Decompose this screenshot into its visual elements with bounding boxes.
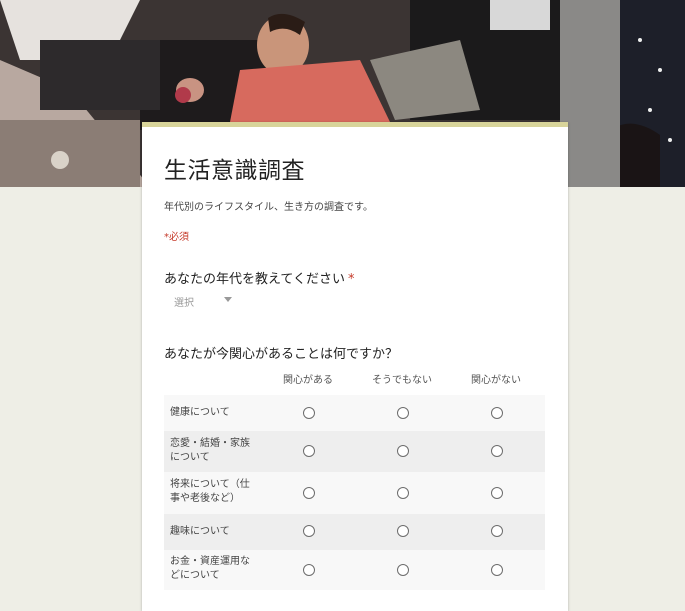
form-description: 年代別のライフスタイル、生き方の調査です。 bbox=[164, 202, 373, 213]
radio-health-interested[interactable] bbox=[303, 407, 315, 419]
row-label: 恋愛・結婚・家族について bbox=[170, 438, 250, 463]
radio-future-neutral[interactable] bbox=[397, 487, 409, 499]
radio-money-neutral[interactable] bbox=[397, 564, 409, 576]
column-header-neutral: そうでもない bbox=[372, 375, 432, 386]
column-header-interested: 関心がある bbox=[283, 375, 333, 386]
row-label: お金・資産運用などについて bbox=[170, 556, 250, 581]
radio-hobby-neutral[interactable] bbox=[397, 525, 409, 537]
age-select[interactable]: 選択 bbox=[164, 291, 244, 313]
radio-health-neutral[interactable] bbox=[397, 407, 409, 419]
row-label: 健康について bbox=[170, 407, 230, 418]
row-label: 趣味について bbox=[170, 526, 230, 537]
required-asterisk: * bbox=[347, 272, 355, 287]
form-title: 生活意識調査 bbox=[164, 158, 305, 184]
question-interest-title: あなたが今関心があることは何ですか？ bbox=[164, 347, 399, 362]
grid-row-future: 将来について（仕事や老後など） bbox=[164, 472, 545, 514]
radio-love-neutral[interactable] bbox=[397, 445, 409, 457]
radio-money-not-interested[interactable] bbox=[491, 564, 503, 576]
radio-health-not-interested[interactable] bbox=[491, 407, 503, 419]
dropdown-arrow-icon bbox=[224, 297, 232, 302]
radio-love-interested[interactable] bbox=[303, 445, 315, 457]
column-header-not-interested: 関心がない bbox=[471, 375, 521, 386]
row-label: 将来について（仕事や老後など） bbox=[170, 479, 250, 504]
radio-money-interested[interactable] bbox=[303, 564, 315, 576]
grid-row-love-family: 恋愛・結婚・家族について bbox=[164, 431, 545, 472]
age-select-placeholder: 選択 bbox=[174, 298, 194, 309]
form-card: 生活意識調査 年代別のライフスタイル、生き方の調査です。 *必須 あなたの年代を… bbox=[142, 122, 568, 611]
radio-love-not-interested[interactable] bbox=[491, 445, 503, 457]
radio-hobby-not-interested[interactable] bbox=[491, 525, 503, 537]
question-age-title: あなたの年代を教えてください * bbox=[164, 268, 354, 287]
radio-future-interested[interactable] bbox=[303, 487, 315, 499]
question-age-label: あなたの年代を教えてください bbox=[164, 272, 345, 287]
grid-row-hobby: 趣味について bbox=[164, 514, 545, 550]
grid-row-money: お金・資産運用などについて bbox=[164, 550, 545, 590]
radio-hobby-interested[interactable] bbox=[303, 525, 315, 537]
radio-future-not-interested[interactable] bbox=[491, 487, 503, 499]
grid-row-health: 健康について bbox=[164, 395, 545, 431]
required-note: *必須 bbox=[164, 232, 189, 243]
